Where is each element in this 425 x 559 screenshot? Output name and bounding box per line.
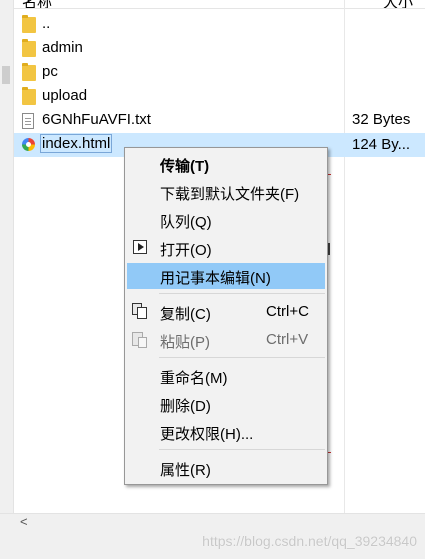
menu-shortcut: Ctrl+C [266, 303, 309, 320]
file-name: upload [42, 87, 88, 104]
folder-icon [22, 63, 36, 81]
file-row-admin[interactable]: admin [14, 37, 345, 61]
file-name: pc [42, 63, 58, 80]
menu-item-label: 下载到默认文件夹(F) [160, 186, 300, 203]
scrollbar-thumb[interactable] [2, 66, 10, 84]
column-header: 名称 大小 [14, 0, 425, 9]
file-name: index.html [40, 134, 113, 153]
name-column-header[interactable]: 名称 [22, 0, 52, 8]
folder-icon [22, 39, 36, 57]
horizontal-scrollbar[interactable]: < [0, 513, 425, 530]
menu-item-download-default[interactable]: 下载到默认文件夹(F) [127, 179, 325, 205]
menu-item-open[interactable]: 打开(O) [127, 235, 325, 261]
folder-icon [22, 87, 36, 105]
file-row-pc[interactable]: pc [14, 61, 345, 85]
menu-separator [159, 293, 325, 294]
menu-item-delete[interactable]: 删除(D) [127, 391, 325, 417]
menu-item-change-permissions[interactable]: 更改权限(H)... [127, 419, 325, 445]
context-menu: 传输(T) 下载到默认文件夹(F) 队列(Q) 打开(O) 用记事本编辑(N) … [124, 147, 328, 485]
menu-item-label: 属性(R) [160, 462, 211, 479]
open-icon [133, 240, 147, 254]
menu-item-label: 复制(C) [160, 306, 211, 323]
watermark: https://blog.csdn.net/qq_39234840 [202, 533, 417, 549]
menu-item-label: 打开(O) [160, 242, 212, 259]
folder-icon [22, 15, 36, 33]
menu-item-queue[interactable]: 队列(Q) [127, 207, 325, 233]
menu-item-label: 用记事本编辑(N) [160, 270, 271, 287]
menu-item-label: 粘贴(P) [160, 334, 210, 351]
menu-separator [159, 357, 325, 358]
menu-item-label: 队列(Q) [160, 214, 212, 231]
vertical-scrollbar[interactable] [0, 0, 14, 513]
file-row-upload[interactable]: upload [14, 85, 345, 109]
menu-item-edit-notepad[interactable]: 用记事本编辑(N) [127, 263, 325, 289]
menu-item-label: 传输(T) [160, 158, 210, 175]
copy-icon [132, 303, 148, 320]
file-name: admin [42, 39, 83, 56]
file-name: .. [42, 15, 51, 32]
menu-item-properties[interactable]: 属性(R) [127, 455, 325, 481]
paste-icon [132, 331, 148, 348]
menu-item-paste[interactable]: 粘贴(P) Ctrl+V [127, 327, 325, 353]
menu-item-label: 更改权限(H)... [160, 426, 254, 443]
menu-item-copy[interactable]: 复制(C) Ctrl+C [127, 299, 325, 325]
scroll-left-arrow-icon[interactable]: < [20, 514, 28, 529]
text-file-icon [22, 113, 34, 129]
html-file-icon [22, 138, 35, 151]
size-column-header[interactable]: 大小 [383, 0, 413, 8]
file-size: 124 By... [345, 133, 425, 157]
file-row-txt[interactable]: 6GNhFuAVFI.txt [14, 109, 345, 133]
file-size: 32 Bytes [352, 111, 411, 128]
file-row-parent[interactable]: .. [14, 13, 345, 37]
menu-shortcut: Ctrl+V [266, 331, 309, 348]
menu-item-label: 删除(D) [160, 398, 211, 415]
menu-item-label: 重命名(M) [160, 370, 228, 387]
file-name: 6GNhFuAVFI.txt [42, 111, 151, 128]
menu-item-rename[interactable]: 重命名(M) [127, 363, 325, 389]
background-mark [328, 243, 330, 255]
menu-item-transfer[interactable]: 传输(T) [127, 151, 325, 177]
menu-separator [159, 449, 325, 450]
